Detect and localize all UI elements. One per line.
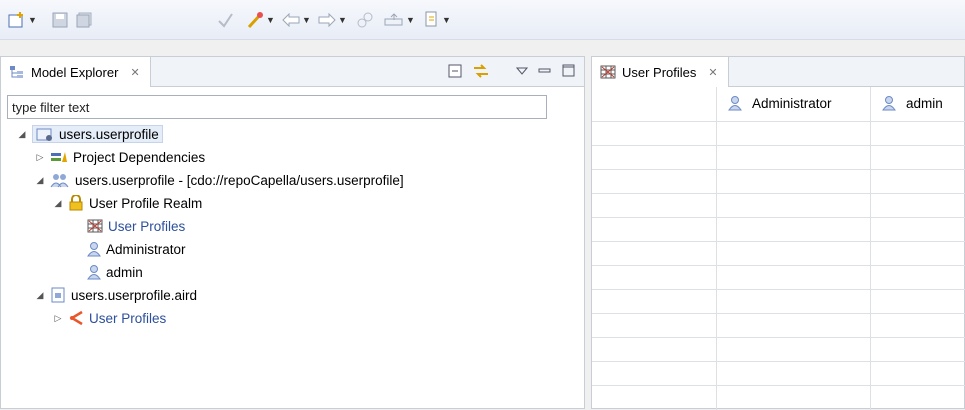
- editor-tabbar: User Profiles ✕: [592, 57, 964, 87]
- save-all-button[interactable]: [76, 8, 92, 32]
- model-explorer-tabbar: Model Explorer ✕: [1, 57, 584, 87]
- table-icon: [600, 65, 616, 79]
- tree-item-users-userprofile[interactable]: ◢ users.userprofile: [17, 123, 163, 145]
- column-header-admin[interactable]: admin: [882, 87, 943, 119]
- tab-model-explorer-label: Model Explorer: [31, 64, 119, 80]
- validate-icon: [218, 13, 233, 28]
- model-explorer-icon: [10, 66, 23, 78]
- new-icon: [8, 12, 23, 28]
- export-button[interactable]: ▼: [384, 8, 415, 32]
- minimize-icon[interactable]: [538, 66, 552, 76]
- export-icon: [384, 13, 403, 26]
- tab-model-explorer[interactable]: Model Explorer ✕: [1, 57, 151, 87]
- user-icon: [882, 96, 896, 111]
- close-icon[interactable]: ✕: [130, 66, 139, 79]
- collapsed-arrow-icon[interactable]: ▷: [35, 152, 45, 163]
- tree-item-user-profiles-representation[interactable]: ▷ User Profiles: [53, 307, 167, 329]
- dependencies-icon: [51, 152, 67, 162]
- tree-item-user-profile-realm[interactable]: ◢ User Profile Realm: [53, 192, 202, 214]
- representation-icon: [69, 310, 83, 326]
- view-menu-icon[interactable]: [516, 66, 528, 76]
- collapsed-arrow-icon[interactable]: ▷: [53, 313, 63, 324]
- wand-button[interactable]: ▼: [246, 8, 275, 32]
- forward-icon: [318, 13, 336, 27]
- forward-button[interactable]: ▼: [318, 8, 347, 32]
- user-profiles-editor: User Profiles ✕ Administrator admin: [591, 56, 965, 410]
- tree-item-administrator[interactable]: Administrator: [87, 238, 186, 260]
- run-button[interactable]: ▼: [424, 8, 451, 32]
- back-button[interactable]: ▼: [282, 8, 311, 32]
- new-button[interactable]: ▼: [8, 8, 37, 32]
- user-icon: [87, 265, 101, 280]
- column-header-administrator[interactable]: Administrator: [728, 87, 832, 119]
- tree-item-cdo-resource[interactable]: ◢ users.userprofile - [cdo://repoCapella…: [35, 169, 404, 191]
- link-icon: [357, 12, 373, 28]
- back-icon: [282, 13, 300, 27]
- expanded-arrow-icon[interactable]: ◢: [53, 198, 63, 209]
- model-explorer-view: Model Explorer ✕ ◢ users.userprofile ▷ P…: [0, 56, 585, 409]
- main-toolbar: ▼ ▼ ▼ ▼ ▼ ▼: [0, 0, 965, 40]
- collapse-all-icon[interactable]: [448, 64, 462, 78]
- users-group-icon: [50, 174, 69, 188]
- tree-item-aird-file[interactable]: ◢ users.userprofile.aird: [35, 284, 197, 306]
- lock-icon: [69, 195, 83, 211]
- validate-button[interactable]: [216, 8, 234, 32]
- save-all-icon: [76, 12, 92, 28]
- wand-icon: [247, 12, 263, 29]
- expanded-arrow-icon[interactable]: ◢: [35, 175, 45, 186]
- link-button[interactable]: [356, 8, 374, 32]
- save-button[interactable]: [52, 8, 68, 32]
- save-icon: [52, 12, 68, 28]
- tree-item-user-profiles[interactable]: User Profiles: [87, 215, 185, 237]
- filter-input[interactable]: [7, 95, 547, 119]
- expanded-arrow-icon[interactable]: ◢: [17, 129, 27, 140]
- project-icon: [36, 128, 52, 141]
- tree-item-admin[interactable]: admin: [87, 261, 143, 283]
- expanded-arrow-icon[interactable]: ◢: [35, 290, 45, 301]
- maximize-icon[interactable]: [562, 64, 576, 78]
- aird-file-icon: [51, 287, 65, 303]
- tree-item-project-dependencies[interactable]: ▷ Project Dependencies: [35, 146, 206, 168]
- close-icon[interactable]: ✕: [708, 66, 717, 79]
- table-icon: [87, 219, 103, 233]
- link-with-editor-icon[interactable]: [472, 63, 490, 79]
- tab-user-profiles[interactable]: User Profiles ✕: [592, 57, 729, 87]
- user-icon: [728, 96, 742, 111]
- user-icon: [87, 242, 101, 257]
- view-actions: [448, 63, 576, 79]
- run-icon: [425, 11, 437, 27]
